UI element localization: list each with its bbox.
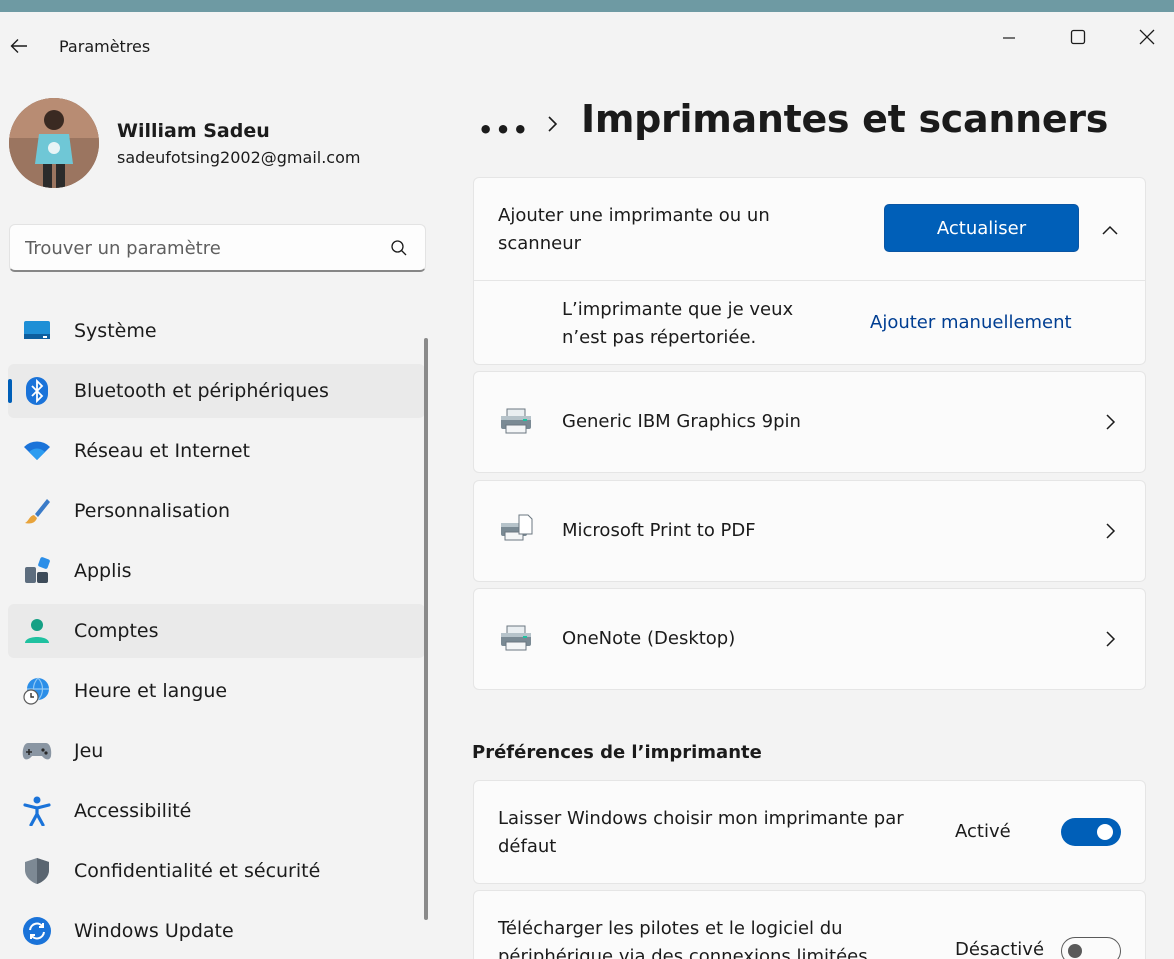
wifi-icon	[22, 437, 52, 465]
sidebar-item-reseau[interactable]: Réseau et Internet	[8, 424, 425, 478]
globe-clock-icon	[22, 677, 52, 705]
preference-text: Laisser Windows choisir mon imprimante p…	[498, 805, 928, 861]
printer-name: OneNote (Desktop)	[562, 628, 736, 649]
update-icon	[22, 917, 52, 945]
preference-text-line1: Laisser Windows choisir mon imprimante p…	[498, 808, 904, 829]
gamepad-icon	[22, 737, 52, 765]
toggle-knob	[1097, 824, 1113, 840]
shield-icon	[22, 857, 52, 885]
search-input[interactable]	[10, 225, 380, 271]
refresh-button[interactable]: Actualiser	[884, 204, 1079, 252]
sidebar-item-jeu[interactable]: Jeu	[8, 724, 425, 778]
sidebar-item-label: Heure et langue	[74, 680, 228, 702]
printer-icon	[501, 408, 531, 434]
maximize-icon	[1070, 29, 1086, 45]
sidebar-item-label: Jeu	[74, 740, 104, 762]
user-email: sadeufotsing2002@gmail.com	[117, 148, 361, 167]
sidebar-item-bluetooth[interactable]: Bluetooth et périphériques	[8, 364, 425, 418]
metered-download-toggle[interactable]	[1061, 937, 1121, 959]
brush-icon	[22, 497, 52, 525]
selection-indicator	[8, 379, 12, 403]
sidebar-item-label: Réseau et Internet	[74, 440, 250, 462]
sidebar-item-systeme[interactable]: Système	[8, 304, 425, 358]
app-title: Paramètres	[59, 37, 151, 56]
user-name: William Sadeu	[117, 120, 270, 142]
search-box[interactable]	[9, 224, 426, 272]
minimize-icon	[1003, 37, 1015, 39]
accessibility-icon	[22, 796, 52, 826]
chevron-right-icon	[1106, 523, 1116, 539]
account-icon	[22, 617, 52, 645]
toggle-state-label: Désactivé	[955, 939, 1045, 959]
sidebar-item-windows-update[interactable]: Windows Update	[8, 904, 425, 958]
pdf-printer-icon	[501, 514, 533, 541]
desktop-strip	[0, 0, 1174, 12]
sidebar-item-label: Personnalisation	[74, 500, 231, 522]
back-arrow-icon	[10, 39, 27, 53]
printer-icon	[501, 625, 531, 651]
sidebar-item-label: Bluetooth et périphériques	[74, 380, 329, 402]
title-bar: Paramètres	[0, 12, 1174, 60]
sidebar-item-comptes[interactable]: Comptes	[8, 604, 425, 658]
search-icon[interactable]	[389, 238, 409, 258]
avatar-photo	[9, 98, 99, 188]
breadcrumb-more-button[interactable]: •••	[478, 116, 530, 144]
toggle-state-label: Activé	[955, 821, 1011, 842]
add-manually-link[interactable]: Ajouter manuellement	[870, 312, 1072, 333]
sidebar-item-label: Système	[74, 320, 157, 342]
close-icon	[1139, 29, 1155, 45]
preference-item: Télécharger les pilotes et le logiciel d…	[473, 890, 1146, 959]
preference-item: Laisser Windows choisir mon imprimante p…	[473, 780, 1146, 884]
sidebar-item-personnalisation[interactable]: Personnalisation	[8, 484, 425, 538]
chevron-right-icon	[1106, 414, 1116, 430]
printer-not-listed-line2: n’est pas répertoriée.	[562, 327, 757, 348]
sidebar-item-label: Applis	[74, 560, 132, 582]
divider	[474, 280, 1145, 281]
preference-text: Télécharger les pilotes et le logiciel d…	[498, 915, 928, 959]
toggle-knob	[1068, 944, 1082, 958]
chevron-up-icon[interactable]	[1100, 220, 1120, 240]
sidebar-item-confidentialite[interactable]: Confidentialité et sécurité	[8, 844, 425, 898]
printer-not-listed-line1: L’imprimante que je veux	[562, 299, 794, 320]
section-header: Préférences de l’imprimante	[472, 742, 762, 763]
preference-text-line2: périphérique via des connexions limitées	[498, 946, 868, 959]
sidebar-item-label: Comptes	[74, 620, 159, 642]
maximize-button[interactable]	[1055, 22, 1101, 52]
printer-name: Generic IBM Graphics 9pin	[562, 411, 801, 432]
add-printer-title-line2: scanneur	[498, 233, 582, 254]
sidebar-item-heure[interactable]: Heure et langue	[8, 664, 425, 718]
sidebar-scrollbar[interactable]	[424, 338, 428, 920]
preference-text-line2: défaut	[498, 836, 557, 857]
sidebar-item-label: Accessibilité	[74, 800, 192, 822]
settings-window: Paramètres William Sadeu sadeufotsing200…	[0, 12, 1174, 959]
page-title: Imprimantes et scanners	[581, 97, 1109, 141]
preference-text-line1: Télécharger les pilotes et le logiciel d…	[498, 918, 843, 939]
printer-item[interactable]: Microsoft Print to PDF	[473, 480, 1146, 582]
add-printer-card: Ajouter une imprimante ou un scanneur Ac…	[473, 177, 1146, 365]
breadcrumb-chevron-icon	[548, 116, 558, 132]
default-printer-toggle[interactable]	[1061, 818, 1121, 846]
apps-icon	[22, 557, 52, 585]
printer-not-listed-text: L’imprimante que je veux n’est pas réper…	[562, 296, 793, 352]
add-printer-title-line1: Ajouter une imprimante ou un	[498, 205, 770, 226]
printer-name: Microsoft Print to PDF	[562, 520, 756, 541]
printer-item[interactable]: Generic IBM Graphics 9pin	[473, 371, 1146, 473]
printer-item[interactable]: OneNote (Desktop)	[473, 588, 1146, 690]
sidebar-item-applis[interactable]: Applis	[8, 544, 425, 598]
sidebar-item-label: Confidentialité et sécurité	[74, 860, 321, 882]
system-icon	[22, 317, 52, 345]
back-button[interactable]	[6, 32, 32, 60]
sidebar-item-label: Windows Update	[74, 920, 234, 942]
close-button[interactable]	[1124, 22, 1170, 52]
bluetooth-icon	[22, 377, 52, 405]
add-printer-title: Ajouter une imprimante ou un scanneur	[498, 202, 770, 258]
minimize-button[interactable]	[986, 22, 1032, 52]
chevron-right-icon	[1106, 631, 1116, 647]
avatar[interactable]	[9, 98, 99, 188]
sidebar-item-accessibilite[interactable]: Accessibilité	[8, 784, 425, 838]
